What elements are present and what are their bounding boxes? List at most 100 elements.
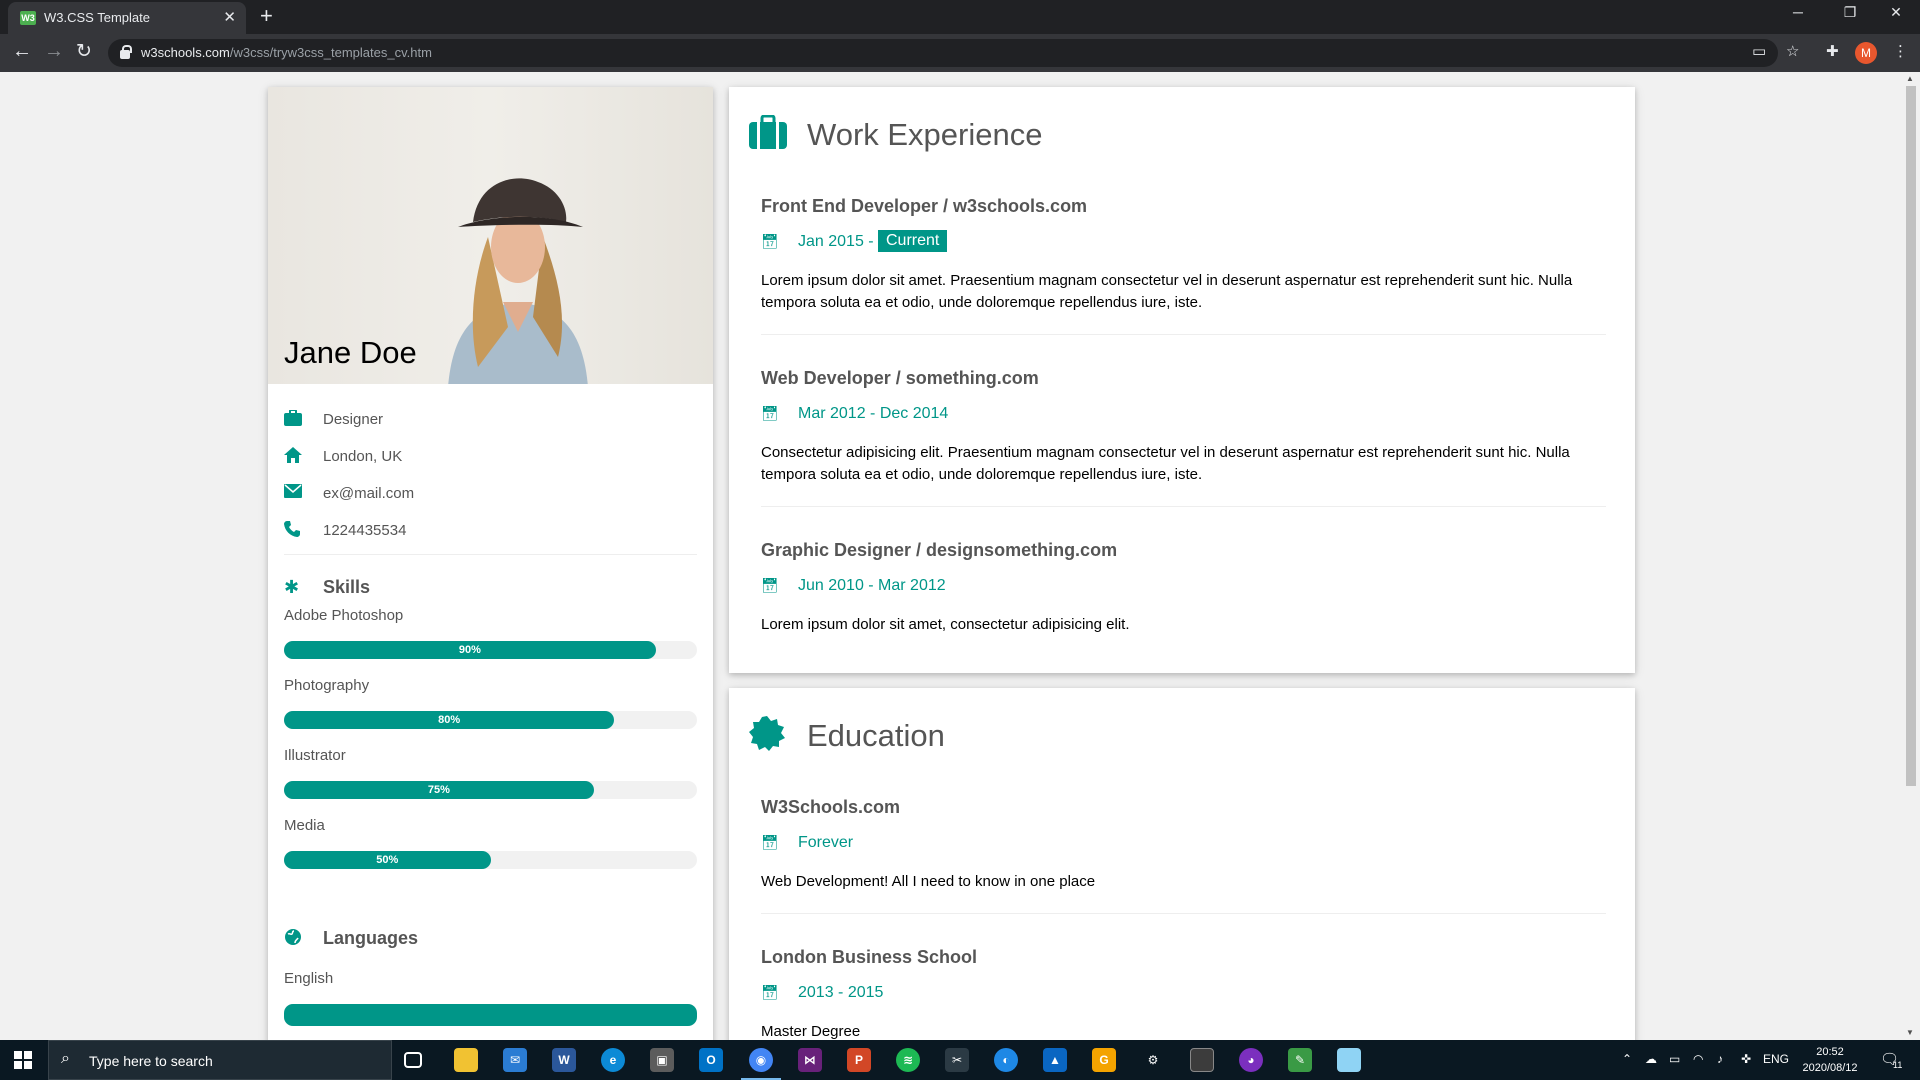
calendar-icon: 📅︎ [761,834,779,850]
system-clock[interactable]: 20:52 2020/08/12 [1790,1044,1870,1076]
browser-tab-strip: W3 W3.CSS Template ✕ + ─ ❐ ✕ [0,0,1920,34]
mail-icon[interactable]: ✉ [503,1048,527,1072]
work-entry-description: Lorem ipsum dolor sit amet, consectetur … [761,616,1130,633]
skills-heading-text: Skills [323,577,371,597]
notepad-icon[interactable]: ✎ [1288,1048,1312,1072]
back-arrow-icon[interactable]: ← [12,40,32,63]
w3schools-favicon-icon: W3 [20,11,36,25]
education-entry-title: London Business School [761,947,978,967]
url-path: /w3css/tryw3css_templates_cv.htm [229,45,432,60]
skill-progress-bar: 90% [284,641,697,659]
education-card: Education W3Schools.com 📅︎ Forever Web D… [729,688,1635,1040]
work-entry-date-text: Jan 2015 - [798,233,874,250]
tab-title: W3.CSS Template [44,10,150,25]
snipping-tool-icon[interactable]: ✂ [945,1048,969,1072]
calendar-icon: 📅︎ [761,405,779,421]
envelope-icon [284,484,304,503]
tab-close-icon[interactable]: ✕ [223,8,236,26]
education-heading-text: Education [807,718,945,753]
skill-progress-fill: 80% [284,711,615,729]
terminal-icon[interactable] [1190,1048,1214,1072]
volume-icon[interactable]: ♪ [1717,1052,1723,1066]
work-entry-description: Consectetur adipisicing elit. Praesentiu… [761,444,1570,483]
taskbar-search-box[interactable]: ⌕ Type here to search [48,1040,392,1080]
extensions-icon[interactable]: ✚ [1826,42,1839,60]
language-label: English [284,970,334,987]
spotify-icon[interactable]: ≋ [896,1048,920,1072]
browser-tab[interactable]: W3 W3.CSS Template ✕ [8,2,246,34]
outlook-icon[interactable]: O [699,1048,723,1072]
network-alert-icon[interactable]: ☁ [1645,1052,1657,1066]
language-indicator[interactable]: ENG [1763,1052,1789,1066]
page-viewport: Jane Doe Designer London, UK ex@mail.com… [0,72,1902,1040]
skill-progress-fill: 50% [284,851,491,869]
work-entry-date-text: Jun 2010 - Mar 2012 [798,577,946,594]
profile-avatar[interactable]: M [1855,42,1877,64]
photos-icon[interactable]: ▲ [1043,1048,1067,1072]
language-progress-fill [284,1004,697,1026]
profile-card: Jane Doe Designer London, UK ex@mail.com… [268,87,713,1040]
briefcase-icon [284,409,304,431]
powerpoint-icon[interactable]: P [847,1048,871,1072]
new-tab-button[interactable]: + [260,3,273,29]
home-icon [284,447,304,468]
menu-kebab-icon[interactable]: ⋮ [1893,42,1908,60]
orange-app-icon[interactable]: G [1092,1048,1116,1072]
scroll-up-arrow-icon[interactable]: ▲ [1906,74,1914,83]
window-close-button[interactable]: ✕ [1873,4,1919,21]
purple-app-icon[interactable]: ◕ [1239,1048,1263,1072]
suitcase-icon [749,114,787,158]
reload-icon[interactable]: ↻ [76,40,92,63]
visual-studio-icon[interactable]: ⋈ [798,1048,822,1072]
scrollbar-thumb[interactable] [1906,86,1916,786]
work-entry-title: Web Developer / something.com [761,368,1039,388]
profile-name: Jane Doe [284,335,417,370]
certificate-icon [749,716,785,761]
restore-button[interactable]: ❐ [1827,4,1873,21]
file-explorer-icon[interactable] [454,1048,478,1072]
divider [761,334,1606,335]
tray-overflow-chevron-icon[interactable]: ⌃ [1622,1052,1632,1066]
work-entry-date-text: Mar 2012 - Dec 2014 [798,405,949,422]
store-icon[interactable]: ▣ [650,1048,674,1072]
browser-app-icon[interactable]: ◐ [994,1048,1018,1072]
email-text: ex@mail.com [323,485,415,502]
cast-icon[interactable]: ▭ [1752,42,1766,60]
url-text[interactable]: w3schools.com/w3css/tryw3css_templates_c… [141,45,432,60]
woman-portrait-image [448,178,588,384]
forward-arrow-icon[interactable]: → [44,40,64,63]
dropbox-icon[interactable]: ✜ [1741,1052,1751,1066]
skill-label: Photography [284,677,370,694]
calendar-icon: 📅︎ [761,577,779,593]
job-title: Designer [323,411,384,428]
url-host: w3schools.com [141,45,230,60]
scroll-down-arrow-icon[interactable]: ▼ [1906,1028,1914,1037]
skill-progress-fill: 75% [284,781,594,799]
browser-toolbar: ← → ↻ w3schools.com/w3css/tryw3css_templ… [0,34,1920,72]
wifi-icon[interactable]: ◠ [1693,1052,1703,1066]
windows-taskbar: ⌕ Type here to search ✉ W e ▣ O ◉ ⋈ P ≋ … [0,1040,1920,1080]
battery-icon[interactable]: ▭ [1669,1052,1680,1066]
address-bar[interactable]: w3schools.com/w3css/tryw3css_templates_c… [108,39,1778,67]
chrome-icon[interactable]: ◉ [749,1048,773,1072]
skill-label: Adobe Photoshop [284,607,404,624]
minimize-button[interactable]: ─ [1775,4,1821,20]
paper-app-icon[interactable] [1337,1048,1361,1072]
settings-gear-icon[interactable]: ⚙ [1141,1048,1165,1072]
edge-icon[interactable]: e [601,1048,625,1072]
language-progress-bar [284,1004,697,1026]
page-scrollbar[interactable]: ▲ ▼ [1902,72,1920,1040]
location-text: London, UK [323,448,403,465]
notification-count: 11 [1893,1060,1903,1070]
work-experience-card: Work Experience Front End Developer / w3… [729,87,1635,673]
taskbar-search-placeholder: Type here to search [89,1053,213,1069]
task-view-icon[interactable] [404,1052,422,1068]
education-entry-description: Master Degree [761,1023,861,1040]
windows-start-icon[interactable] [14,1051,32,1069]
bookmark-star-icon[interactable]: ☆ [1786,42,1799,60]
word-icon[interactable]: W [552,1048,576,1072]
globe-icon [284,928,302,951]
phone-icon [284,521,304,542]
work-entry-description: Lorem ipsum dolor sit amet. Praesentium … [761,272,1573,311]
education-entry-title: W3Schools.com [761,797,901,817]
